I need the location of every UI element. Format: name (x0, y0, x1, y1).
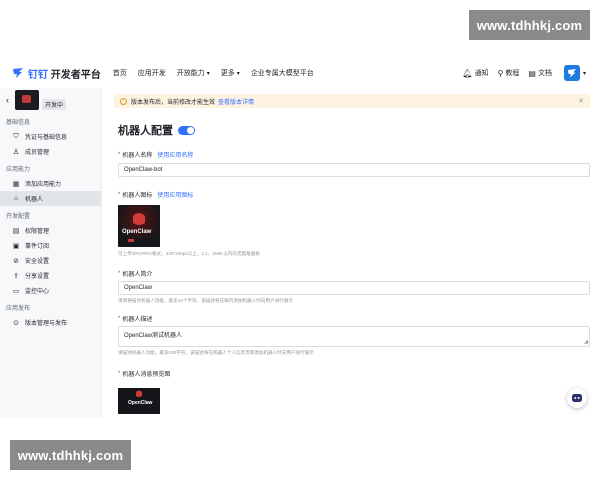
nav-menu: 首页 应用开发 开放能力 ▾ 更多 ▾ 企业专属大模型平台 (113, 68, 325, 78)
sidebar-item[interactable]: ♙ 成员管理 (0, 144, 101, 159)
title-row: 机器人配置 (118, 122, 195, 138)
sidebar-item[interactable]: ⇪ 分享设置 (0, 268, 101, 283)
sidebar: ‹ 开发中 基础信息 ⛉ 凭证与基础信息 ♙ 成员管理 应用能力 ▦ 添加应用能力 ⌂ 机器人 开发… (0, 88, 102, 418)
sidebar-item[interactable]: ⊘ 安全设置 (0, 253, 101, 268)
sidebar-item-label: 添加应用能力 (25, 182, 62, 188)
sidebar-item-label: 版本管理与发布 (25, 321, 68, 327)
intro-hint: 请简要描述机器人功能，最多10个字符，该描述将在群内添加机器人时向用户进行展示 (118, 298, 294, 303)
watermark-top: www.tdhhkj.com (469, 10, 590, 40)
monitor-icon: ▭ (12, 287, 20, 295)
event-icon: ▣ (12, 242, 20, 250)
notify-button[interactable]: 🔔︎ 通知 (462, 68, 488, 78)
icon-brand-text: OpenClaw (122, 229, 152, 235)
avatar[interactable] (563, 65, 580, 81)
sidebar-item[interactable]: ▤ 权限管理 (0, 223, 101, 238)
sidebar-item[interactable]: ▣ 事件订阅 (0, 238, 101, 253)
use-app-icon-link[interactable]: 使用应用图标 (157, 190, 193, 199)
sidebar-item[interactable]: ▭ 监控中心 (0, 283, 101, 298)
sidebar-section-title: 应用发布 (6, 306, 31, 312)
nav-item-2[interactable]: 开放能力 ▾ (177, 68, 210, 78)
description-hint: 请描述机器人功能，最多200字符，该描述将在机器人个人信息页和添加机器人时向用户… (118, 350, 315, 355)
robot-icon-upload[interactable]: OpenClaw (118, 205, 160, 247)
sidebar-item-label: 监控中心 (25, 289, 50, 295)
robot-enable-toggle[interactable] (178, 125, 195, 135)
sidebar-section-title: 开发配置 (6, 214, 31, 220)
resize-handle-icon[interactable]: ◢ (584, 339, 588, 345)
chat-assistant-button[interactable] (567, 388, 587, 408)
sidebar-item[interactable]: ▦ 添加应用能力 (0, 176, 101, 191)
sidebar-item[interactable]: ⛉ 凭证与基础信息 (0, 129, 101, 144)
intro-label: * 机器人简介 (118, 270, 153, 279)
document-icon: ▤ (528, 68, 536, 78)
app-header: ‹ 开发中 (0, 88, 101, 112)
notice-banner: ! 版本发布后，当前修改才能生效 查看版本详情 ✕ (114, 94, 590, 108)
sidebar-item-label: 权限管理 (25, 229, 50, 235)
watermark-bottom: www.tdhhkj.com (10, 440, 131, 470)
logo[interactable]: 钉钉 开发者平台 (12, 66, 101, 81)
nav-item-0[interactable]: 首页 (113, 68, 127, 78)
dingtalk-avatar-icon (567, 69, 576, 78)
nav-item-4[interactable]: 企业专属大模型平台 (251, 68, 314, 78)
chevron-down-icon: ▾ (236, 70, 240, 77)
sidebar-item-label: 安全设置 (25, 259, 50, 265)
close-icon[interactable]: ✕ (578, 97, 584, 105)
top-navigation: 钉钉 开发者平台 首页 应用开发 开放能力 ▾ 更多 ▾ 企业专属大模型平台 🔔︎ 通知 ⚲ 教… (0, 58, 600, 88)
sidebar-item[interactable]: ⌂ 机器人 (0, 191, 101, 206)
bell-icon: 🔔︎ (462, 68, 473, 78)
share-icon: ⇪ (13, 272, 19, 280)
user-icon: ♙ (12, 148, 20, 156)
docs-button[interactable]: ▤ 文档 (528, 68, 552, 78)
version-icon: ⊙ (13, 319, 19, 327)
main-content: ! 版本发布后，当前修改才能生效 查看版本详情 ✕ 机器人配置 * 机器人名称 … (103, 88, 600, 418)
chevron-down-icon[interactable]: ▾ (583, 70, 586, 77)
openclaw-logo-icon (118, 205, 160, 247)
sidebar-item-label: 事件订阅 (25, 244, 50, 250)
description-textarea[interactable]: OpenClaw测试机器人 ◢ (118, 326, 590, 347)
grid-icon: ▦ (12, 180, 20, 188)
security-icon: ⊘ (13, 257, 19, 265)
app-status-badge: 开发中 (42, 98, 67, 110)
sidebar-item-label: 成员管理 (25, 150, 50, 156)
robot-icon: ⌂ (13, 195, 19, 202)
dingtalk-logo-icon (12, 67, 25, 79)
intro-input[interactable]: OpenClaw (118, 281, 590, 295)
tutorial-icon: ⚲ (497, 68, 504, 78)
nav-item-1[interactable]: 应用开发 (138, 68, 166, 78)
notice-text: 版本发布后，当前修改才能生效 (131, 99, 216, 106)
tutorial-button[interactable]: ⚲ 教程 (498, 68, 520, 78)
use-app-name-link[interactable]: 使用应用名称 (157, 150, 193, 159)
chat-bot-icon (572, 394, 582, 402)
preview-brand-text: OpenClaw (128, 400, 153, 406)
sidebar-item[interactable]: ⊙ 版本管理与发布 (0, 315, 101, 330)
icon-label: * 机器人图标 使用应用图标 (118, 190, 194, 200)
sidebar-section-title: 应用能力 (6, 167, 31, 173)
chevron-down-icon: ▾ (206, 70, 210, 77)
shield-icon: ⛉ (13, 132, 19, 140)
sidebar-menu: 基础信息 ⛉ 凭证与基础信息 ♙ 成员管理应用能力 ▦ 添加应用能力 ⌂ 机器人开发配置 ▤ 权限管… (0, 112, 101, 330)
preview-label: * 机器人消息预览图 (118, 370, 171, 379)
sidebar-item-label: 机器人 (25, 197, 44, 203)
sidebar-section-title: 基础信息 (6, 120, 31, 126)
brand-name: 钉钉 (28, 69, 48, 81)
nav-item-3[interactable]: 更多 ▾ (221, 68, 240, 78)
icon-hint: 可上传JPG/PNG格式，240*240px以上，1:1，2MB 以内的无圆角图… (118, 251, 260, 256)
platform-name: 开发者平台 (50, 69, 101, 81)
sidebar-item-label: 凭证与基础信息 (25, 135, 68, 141)
page: www.tdhhkj.com 钉钉 开发者平台 首页 应用开发 开放能力 ▾ 更多 ▾ 企业… (0, 0, 600, 480)
name-label: * 机器人名称 使用应用名称 (118, 150, 194, 160)
page-title: 机器人配置 (118, 125, 173, 137)
notice-link[interactable]: 查看版本详情 (218, 97, 254, 106)
back-arrow-icon[interactable]: ‹ (6, 95, 9, 105)
description-label: * 机器人描述 (118, 315, 153, 324)
permission-icon: ▤ (12, 227, 20, 235)
nav-right: 🔔︎ 通知 ⚲ 教程 ▤ 文档 ▾ (453, 58, 586, 88)
sidebar-item-label: 分享设置 (25, 274, 50, 280)
message-preview-image[interactable]: OpenClaw (118, 388, 160, 414)
name-input[interactable]: OpenClaw-bot (118, 163, 590, 177)
warning-icon: ! (120, 97, 127, 105)
app-thumbnail (15, 90, 39, 110)
